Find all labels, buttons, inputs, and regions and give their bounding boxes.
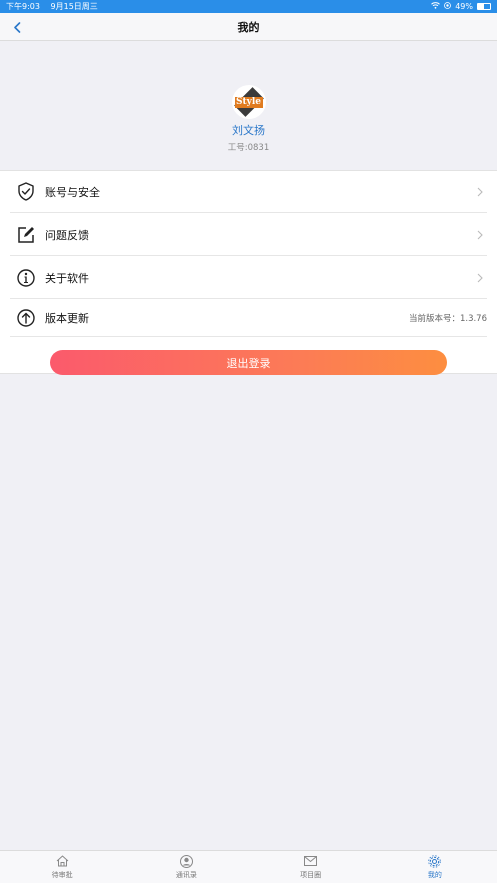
version-value: 当前版本号：1.3.76 — [408, 313, 487, 324]
edit-icon — [16, 225, 36, 245]
employee-id: 工号:0831 — [227, 143, 270, 153]
home-icon — [55, 855, 69, 868]
menu-item-label: 账号与安全 — [45, 185, 100, 199]
chevron-right-icon — [477, 187, 483, 196]
chevron-right-icon — [477, 230, 483, 239]
gear-icon — [428, 854, 442, 868]
menu-item-label: 版本更新 — [45, 311, 89, 325]
tab-mine[interactable]: 我的 — [373, 851, 497, 883]
logout-button[interactable]: 退出登录 — [50, 350, 447, 375]
tab-label: 通讯录 — [175, 870, 197, 879]
status-right: 49% — [431, 2, 491, 11]
tab-pending-approval[interactable]: 待审批 — [0, 851, 124, 883]
status-bar: 下午9:03 9月15日周三 49% — [0, 0, 497, 13]
nav-bar: 我的 — [0, 13, 497, 41]
chevron-left-icon — [14, 21, 21, 33]
menu-item-label: 问题反馈 — [45, 228, 89, 242]
tab-bar: 待审批 通讯录 项目圈 我的 — [0, 850, 497, 883]
tab-label: 项目圈 — [300, 870, 322, 879]
arrow-up-circle-icon — [16, 308, 36, 328]
user-name: 刘文扬 — [232, 124, 265, 137]
avatar[interactable]: Style — [231, 85, 266, 119]
back-button[interactable] — [8, 18, 26, 36]
battery-percent: 49% — [455, 2, 473, 11]
wifi-icon — [431, 2, 441, 11]
shield-check-icon — [16, 182, 36, 202]
tab-label: 待审批 — [51, 870, 73, 879]
menu-item-feedback[interactable]: 问题反馈 — [10, 214, 487, 256]
menu-item-label: 关于软件 — [45, 271, 89, 285]
mail-icon — [304, 855, 318, 868]
menu-item-about[interactable]: 关于软件 — [10, 257, 487, 299]
avatar-text: Style — [235, 97, 262, 107]
settings-menu: 账号与安全 问题反馈 关于软件 版本更新 当前版本号：1.3.76 退出登录 — [0, 170, 497, 375]
tab-project-circle[interactable]: 项目圈 — [249, 851, 373, 883]
tab-contacts[interactable]: 通讯录 — [124, 851, 248, 883]
status-date: 9月15日周三 — [50, 2, 98, 11]
info-icon — [16, 268, 36, 288]
location-icon — [444, 2, 452, 11]
battery-icon — [477, 3, 491, 10]
menu-item-account-security[interactable]: 账号与安全 — [10, 171, 487, 213]
menu-item-version-update[interactable]: 版本更新 当前版本号：1.3.76 — [10, 299, 487, 337]
tab-label: 我的 — [427, 870, 442, 879]
status-left: 下午9:03 9月15日周三 — [6, 1, 98, 12]
person-icon — [179, 854, 193, 868]
profile-section: Style 刘文扬 工号:0831 — [0, 80, 497, 153]
status-time: 下午9:03 — [6, 2, 40, 11]
page-title: 我的 — [237, 20, 260, 34]
chevron-right-icon — [477, 273, 483, 282]
